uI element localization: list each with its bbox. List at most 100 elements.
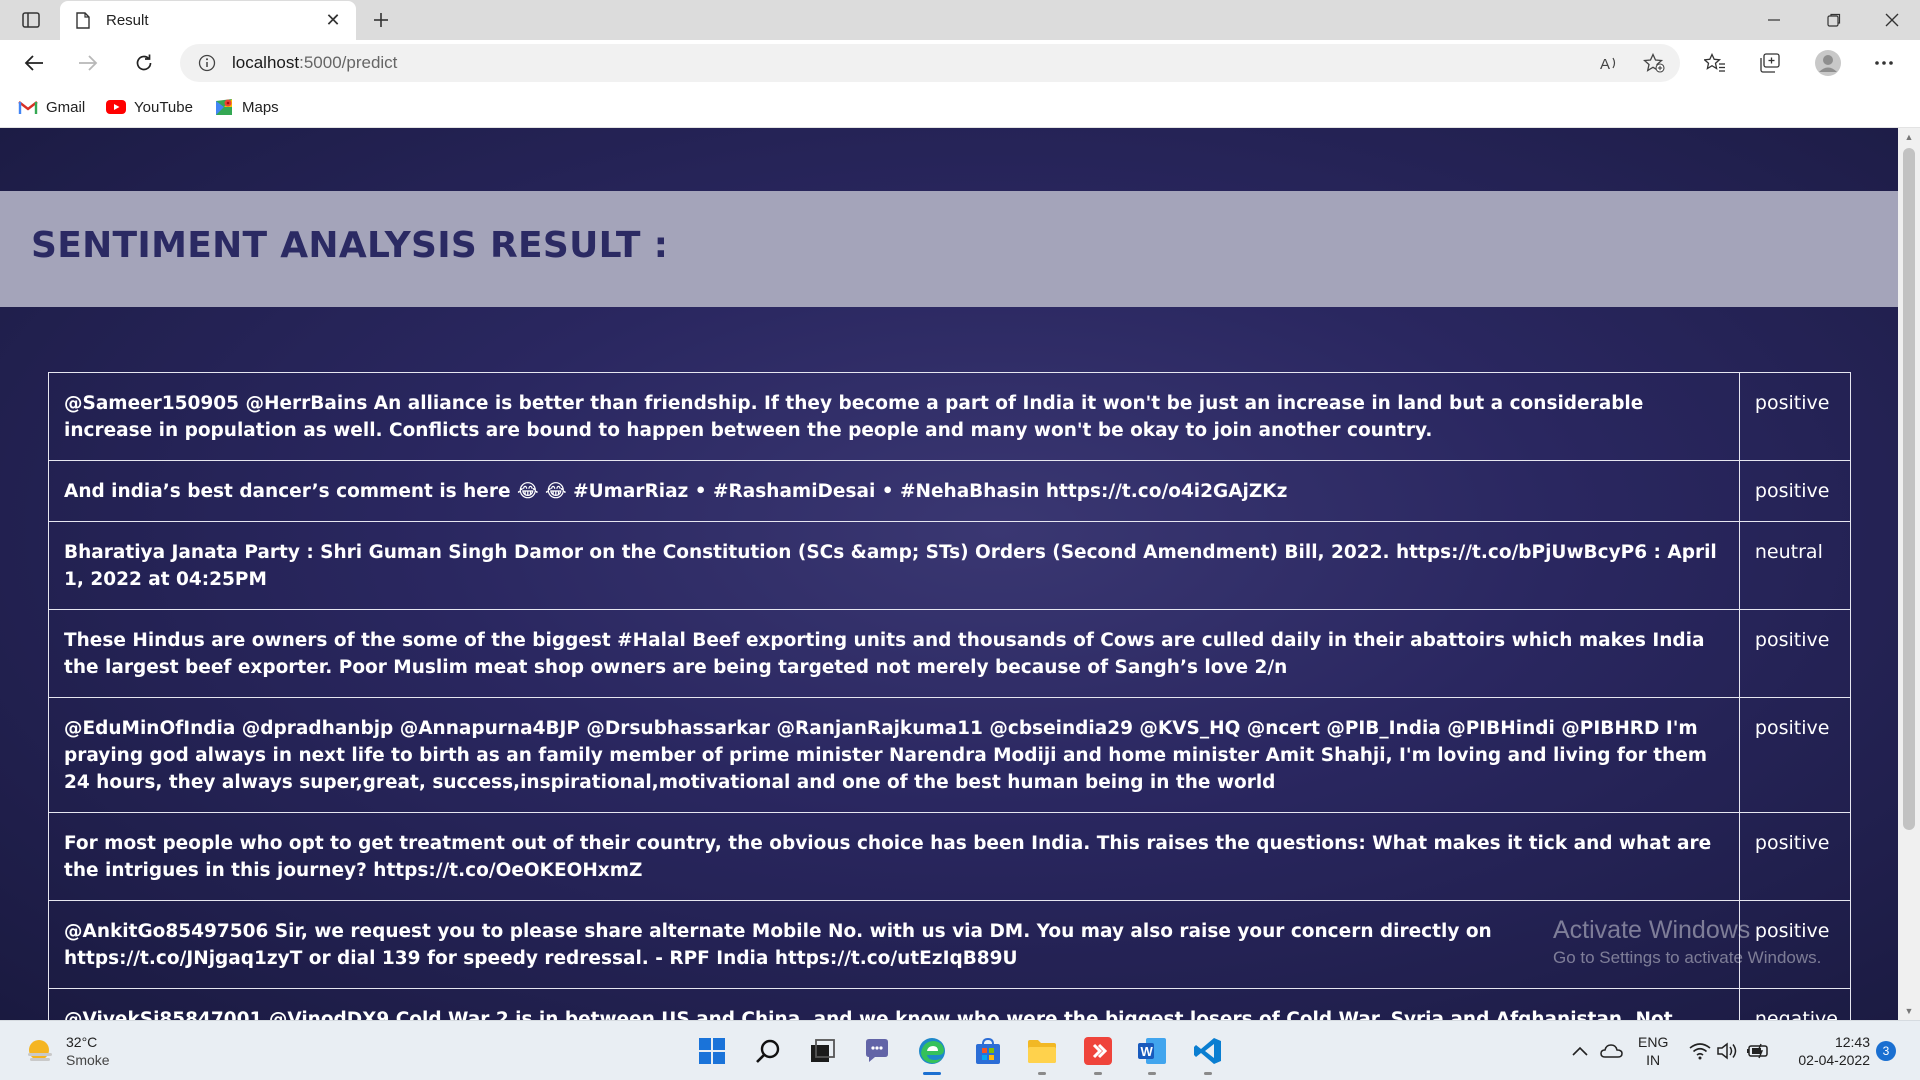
tray-overflow-chevron-up-icon[interactable]: [1568, 1039, 1592, 1063]
vscode-button[interactable]: [1188, 1031, 1228, 1075]
notification-badge[interactable]: 3: [1876, 1041, 1896, 1061]
back-button[interactable]: [16, 46, 52, 80]
table-row: @VivekSi85847001 @VinodDX9 Cold War 2 is…: [48, 988, 1852, 1020]
bookmark-youtube[interactable]: YouTube: [106, 95, 193, 119]
svg-text:W: W: [1141, 1044, 1154, 1059]
watermark-title: Activate Windows: [1553, 916, 1751, 944]
search-button[interactable]: [748, 1031, 788, 1071]
svg-text:A: A: [1600, 56, 1610, 72]
profile-button[interactable]: [1810, 46, 1846, 80]
url-path: :5000/predict: [299, 53, 398, 72]
search-icon: [756, 1039, 780, 1063]
sentiment-label: negative: [1738, 988, 1852, 1020]
running-indicator: [1094, 1072, 1102, 1075]
start-button[interactable]: [692, 1031, 732, 1071]
weather-widget[interactable]: 32°C Smoke: [26, 1033, 110, 1069]
youtube-icon: [106, 100, 126, 114]
refresh-button[interactable]: [126, 46, 162, 80]
region-code: IN: [1646, 1052, 1661, 1068]
vscode-icon: [1194, 1038, 1221, 1064]
table-row: These Hindus are owners of the some of t…: [48, 609, 1852, 698]
tweet-text: @AnkitGo85497506 Sir, we request you to …: [48, 900, 1740, 989]
bookmark-label: Maps: [242, 98, 279, 116]
windows-taskbar: 32°C Smoke W ENG IN 12:43 02-04-2022 3: [0, 1020, 1920, 1080]
word-icon: W: [1138, 1038, 1166, 1064]
url-text[interactable]: localhost:5000/predict: [232, 53, 397, 73]
close-tab-icon[interactable]: ✕: [322, 10, 344, 32]
wifi-icon[interactable]: [1688, 1039, 1712, 1063]
chat-icon: [866, 1039, 888, 1062]
sentiment-label: positive: [1738, 697, 1852, 813]
running-indicator: [1148, 1072, 1156, 1075]
minimize-icon: [1768, 19, 1780, 21]
system-clock[interactable]: 12:43 02-04-2022: [1786, 1033, 1870, 1069]
clock-date: 02-04-2022: [1798, 1052, 1870, 1068]
weather-temp: 32°C: [66, 1034, 98, 1050]
favorites-button[interactable]: [1697, 46, 1733, 80]
tab-actions-button[interactable]: [14, 6, 48, 34]
page-title: SENTIMENT ANALYSIS RESULT :: [31, 225, 669, 266]
restore-icon: [1827, 13, 1841, 27]
sentiment-label: positive: [1738, 372, 1852, 461]
watermark-subtitle: Go to Settings to activate Windows.: [1553, 948, 1822, 967]
tweet-text: @EduMinOfIndia @dpradhanbjp @Annapurna4B…: [48, 697, 1740, 813]
close-window-icon: [1885, 13, 1899, 27]
edge-browser-button[interactable]: [912, 1031, 952, 1075]
refresh-icon: [136, 54, 152, 71]
microsoft-store-button[interactable]: [968, 1031, 1008, 1071]
collections-button[interactable]: [1752, 46, 1788, 80]
store-icon: [976, 1037, 1000, 1064]
teams-chat-button[interactable]: [857, 1031, 897, 1071]
new-tab-button[interactable]: [366, 6, 396, 34]
scroll-up-arrow-icon[interactable]: ▲: [1898, 128, 1920, 146]
close-window-button[interactable]: [1864, 0, 1920, 40]
minimize-button[interactable]: [1746, 0, 1802, 40]
task-view-icon: [811, 1039, 835, 1062]
url-host: localhost: [232, 53, 300, 72]
sentiment-label: positive: [1738, 460, 1852, 522]
active-indicator: [923, 1072, 941, 1075]
forward-arrow-icon: [79, 55, 98, 71]
add-favorite-icon[interactable]: [1640, 49, 1668, 77]
browser-toolbar: localhost:5000/predict A: [0, 40, 1920, 86]
anydesk-button[interactable]: [1078, 1031, 1118, 1075]
table-row: And india’s best dancer’s comment is her…: [48, 460, 1852, 522]
battery-charging-icon[interactable]: [1746, 1039, 1770, 1063]
bookmark-maps[interactable]: Maps: [214, 95, 279, 119]
tab-actions-icon: [22, 12, 40, 28]
language-indicator[interactable]: ENG IN: [1638, 1033, 1668, 1069]
browser-tab-active[interactable]: Result ✕: [60, 1, 356, 40]
tweet-text: These Hindus are owners of the some of t…: [48, 609, 1740, 698]
restore-button[interactable]: [1806, 0, 1862, 40]
tab-bar: Result ✕: [0, 0, 1920, 40]
activate-windows-watermark: Activate Windows Go to Settings to activ…: [1553, 916, 1821, 968]
tweet-text: Bharatiya Janata Party : Shri Guman Sing…: [48, 521, 1740, 610]
collections-icon: [1760, 53, 1780, 73]
tweet-text: @Sameer150905 @HerrBains An alliance is …: [48, 372, 1740, 461]
maps-icon: [216, 99, 232, 115]
page-scrollbar[interactable]: ▲ ▼: [1898, 128, 1920, 1020]
scroll-thumb[interactable]: [1903, 148, 1915, 830]
bookmark-label: YouTube: [134, 98, 193, 116]
read-aloud-icon[interactable]: A: [1596, 49, 1624, 77]
more-dots-icon: [1875, 61, 1893, 65]
site-info-icon[interactable]: [196, 52, 218, 74]
task-view-button[interactable]: [803, 1031, 843, 1071]
volume-icon[interactable]: [1716, 1039, 1740, 1063]
table-row: Bharatiya Janata Party : Shri Guman Sing…: [48, 521, 1852, 610]
scroll-down-arrow-icon[interactable]: ▼: [1898, 1002, 1920, 1020]
bookmarks-bar: Gmail YouTube Maps: [0, 86, 1920, 128]
forward-button[interactable]: [70, 46, 106, 80]
sentiment-label: positive: [1738, 609, 1852, 698]
plus-icon: [374, 13, 388, 27]
table-row: @EduMinOfIndia @dpradhanbjp @Annapurna4B…: [48, 697, 1852, 813]
sentiment-label: positive: [1738, 812, 1852, 901]
settings-menu-button[interactable]: [1866, 46, 1902, 80]
address-bar[interactable]: localhost:5000/predict: [180, 44, 1680, 82]
onedrive-cloud-icon[interactable]: [1600, 1039, 1624, 1063]
profile-avatar-icon: [1815, 50, 1841, 76]
file-explorer-button[interactable]: [1022, 1031, 1062, 1075]
weather-condition: Smoke: [66, 1052, 110, 1068]
word-button[interactable]: W: [1132, 1031, 1172, 1075]
bookmark-gmail[interactable]: Gmail: [18, 95, 85, 119]
